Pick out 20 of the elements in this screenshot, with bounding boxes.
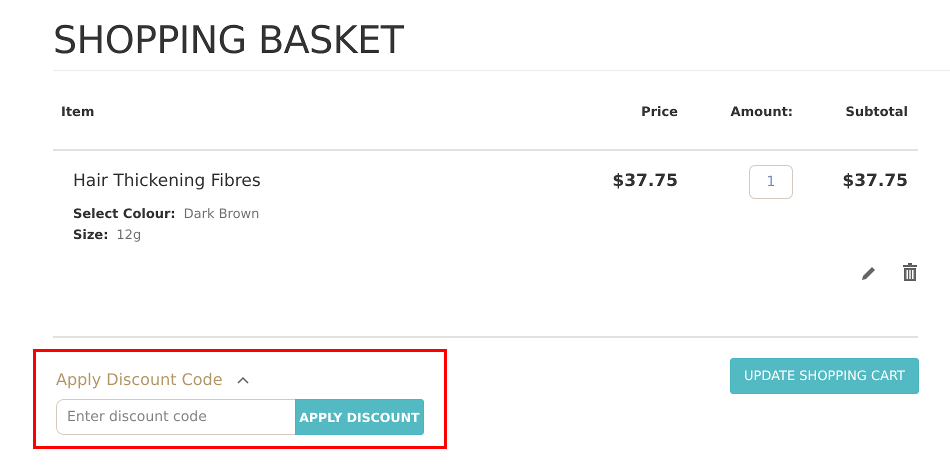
option-value: 12g [116, 228, 142, 243]
price: $37.75 [612, 171, 678, 191]
option-label: Select Colour: [73, 207, 176, 222]
apply-discount-button[interactable]: APPLY DISCOUNT [294, 399, 424, 435]
option-value: Dark Brown [184, 207, 260, 222]
edit-icon[interactable] [861, 265, 877, 281]
trash-icon[interactable] [903, 263, 917, 281]
discount-code-field[interactable]: Enter discount code [56, 399, 295, 435]
subtotal: $37.75 [842, 171, 908, 191]
column-header: Amount: [730, 104, 793, 120]
discount-toggle[interactable]: Apply Discount Code [56, 370, 223, 389]
column-header: Price [641, 104, 678, 120]
column-header: Subtotal [845, 104, 908, 120]
update-cart-button[interactable]: UPDATE SHOPPING CART [730, 358, 919, 394]
page-title: SHOPPING BASKET [52, 17, 405, 64]
option-label: Size: [73, 228, 108, 243]
quantity-field[interactable]: 1 [749, 165, 793, 199]
chevron-icon[interactable] [236, 376, 249, 384]
column-header: Item [61, 104, 94, 120]
product-name: Hair Thickening Fibres [73, 171, 262, 191]
